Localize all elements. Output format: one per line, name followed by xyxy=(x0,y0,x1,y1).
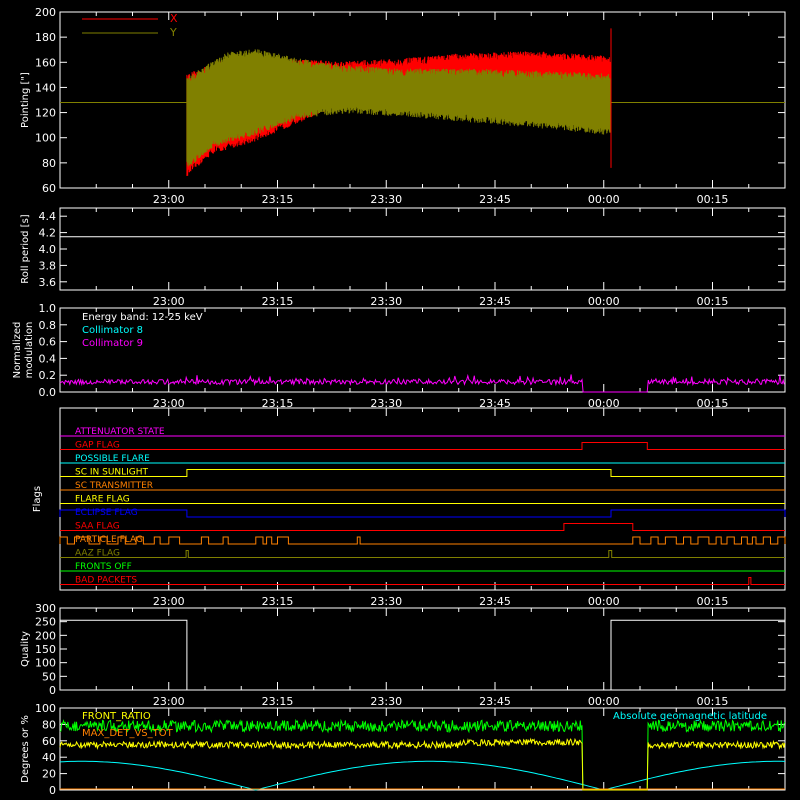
flag-trace-saa-flag xyxy=(60,523,785,531)
x-tick-label: 23:30 xyxy=(370,295,402,308)
y-tick-label: 160 xyxy=(35,56,56,69)
x-tick-label: 00:00 xyxy=(588,695,620,708)
y-tick-label: 80 xyxy=(42,718,56,731)
y-tick-label: 200 xyxy=(35,629,56,642)
y-axis-label: Roll period [s] xyxy=(20,214,31,283)
x-tick-label: 23:15 xyxy=(262,695,294,708)
panel-frame-1 xyxy=(59,207,786,291)
x-tick-label: 00:15 xyxy=(697,595,729,608)
legend-geomagnetic-latitude: Absolute geomagnetic latitude xyxy=(613,711,767,722)
legend-energy-band: Energy band: 12-25 keV xyxy=(82,312,203,323)
y-tick-label: 0.8 xyxy=(39,319,57,332)
rhessi-quicklook-chart: 23:00 23:15 23:30 23:45 00:00 00:15 60 80 100 120… xyxy=(12,6,786,797)
y-axis-label: Degrees or % xyxy=(20,715,31,783)
x-tick-label: 23:00 xyxy=(153,193,185,206)
x-tick-label: 23:30 xyxy=(370,595,402,608)
y-tick-label: 40 xyxy=(42,751,56,764)
x-tick-label: 23:00 xyxy=(153,595,185,608)
y-tick-label: 50 xyxy=(42,670,56,683)
y-tick-label: 20 xyxy=(42,768,56,781)
x-tick-label: 23:45 xyxy=(479,595,511,608)
y-tick-label: 4.2 xyxy=(39,227,57,240)
y-axis-label: Flags xyxy=(32,486,43,512)
legend-y-label: Y xyxy=(169,26,177,39)
y-tick-label: 80 xyxy=(42,157,56,170)
y-axis-label: modulation xyxy=(24,322,35,379)
x-tick-label: 00:15 xyxy=(697,193,729,206)
legend-front-ratio: FRONT_RATIO xyxy=(82,711,151,722)
y-tick-label: 0 xyxy=(49,684,56,697)
y-tick-label: 250 xyxy=(35,616,56,629)
y-axis-label: Pointing ["] xyxy=(20,72,31,128)
y-tick-label: 0.2 xyxy=(39,369,57,382)
y-tick-label: 300 xyxy=(35,602,56,615)
flag-trace-aaz-flag xyxy=(60,550,785,558)
x-tick-label: 23:45 xyxy=(479,295,511,308)
flag-trace-particle-flag xyxy=(59,536,786,545)
y-axis-label: Quality xyxy=(20,631,31,667)
x-tick-label: 23:00 xyxy=(153,295,185,308)
x-tick-label: 23:30 xyxy=(370,193,402,206)
y-tick-label: 200 xyxy=(35,6,56,19)
legend-max-det-vs-tot: MAX_DET_VS_TOT xyxy=(82,728,174,739)
y-tick-label: 60 xyxy=(42,735,56,748)
x-tick-label: 00:00 xyxy=(588,295,620,308)
y-tick-label: 60 xyxy=(42,182,56,195)
x-tick-label: 00:15 xyxy=(697,295,729,308)
x-tick-label: 23:00 xyxy=(153,695,185,708)
flag-trace-gap-flag xyxy=(60,442,785,450)
y-tick-label: 0.0 xyxy=(39,386,57,399)
legend-x-label: X xyxy=(170,12,178,25)
x-tick-label: 23:15 xyxy=(262,295,294,308)
legend-collimator-9: Collimator 9 xyxy=(82,338,143,349)
panel-frame-3 xyxy=(59,407,786,591)
y-tick-label: 120 xyxy=(35,107,56,120)
flag-trace-eclipse-flag xyxy=(59,509,786,518)
y-tick-label: 0.4 xyxy=(39,352,57,365)
legend-collimator-8: Collimator 8 xyxy=(82,325,143,336)
x-tick-label: 00:15 xyxy=(697,695,729,708)
y-tick-label: 0.6 xyxy=(39,336,57,349)
y-axis-label: Normalized xyxy=(12,322,23,379)
x-tick-label: 23:45 xyxy=(479,193,511,206)
y-tick-label: 1.0 xyxy=(39,302,57,315)
y-tick-label: 100 xyxy=(35,657,56,670)
x-tick-label: 00:00 xyxy=(588,595,620,608)
y-tick-label: 100 xyxy=(35,702,56,715)
y-tick-label: 100 xyxy=(35,132,56,145)
y-tick-label: 3.6 xyxy=(39,276,57,289)
x-tick-label: 23:45 xyxy=(479,695,511,708)
y-tick-label: 3.8 xyxy=(39,259,57,272)
quality-series xyxy=(60,619,785,691)
x-tick-label: 23:15 xyxy=(262,193,294,206)
y-tick-label: 140 xyxy=(35,81,56,94)
y-tick-label: 4.0 xyxy=(39,243,57,256)
x-tick-label: 23:15 xyxy=(262,595,294,608)
x-tick-label: 00:00 xyxy=(588,193,620,206)
flag-trace-sc-in-sunlight xyxy=(60,469,785,477)
y-tick-label: 180 xyxy=(35,31,56,44)
y-tick-label: 4.4 xyxy=(39,210,57,223)
x-tick-label: 23:30 xyxy=(370,695,402,708)
y-tick-label: 0 xyxy=(49,784,56,797)
y-tick-label: 150 xyxy=(35,643,56,656)
